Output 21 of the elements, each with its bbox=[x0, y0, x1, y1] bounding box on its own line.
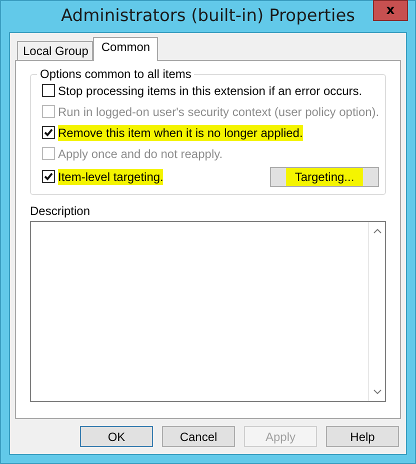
description-field[interactable] bbox=[30, 221, 386, 402]
checkbox-label: Apply once and do not reapply. bbox=[58, 146, 223, 162]
close-button[interactable]: x bbox=[373, 0, 408, 21]
dialog-button[interactable]: Help bbox=[326, 426, 399, 447]
group-title: Options common to all items bbox=[37, 67, 194, 81]
window-title: Administrators (built-in) Properties bbox=[60, 5, 356, 26]
dialog-button[interactable]: OK bbox=[80, 426, 153, 447]
dialog-button[interactable]: Cancel bbox=[162, 426, 235, 447]
targeting-button[interactable]: Targeting... bbox=[270, 166, 379, 186]
checkbox[interactable] bbox=[42, 126, 55, 139]
description-label: Description bbox=[30, 204, 92, 218]
checkbox-label: Stop processing items in this extension if an error occurs. bbox=[58, 82, 362, 98]
scroll-up-icon[interactable] bbox=[372, 228, 382, 234]
checkbox-label: Remove this item when it is no longer applied. bbox=[58, 124, 303, 140]
checkbox[interactable] bbox=[42, 84, 55, 97]
checkbox-label: Item-level targeting. bbox=[58, 168, 164, 184]
tab[interactable]: Local Group bbox=[17, 41, 94, 60]
scroll-down-icon[interactable] bbox=[372, 389, 382, 395]
checkbox-label: Run in logged-on user's security context (user policy option). bbox=[58, 104, 380, 120]
checkbox[interactable] bbox=[42, 170, 55, 183]
tab[interactable]: Common bbox=[93, 37, 158, 61]
